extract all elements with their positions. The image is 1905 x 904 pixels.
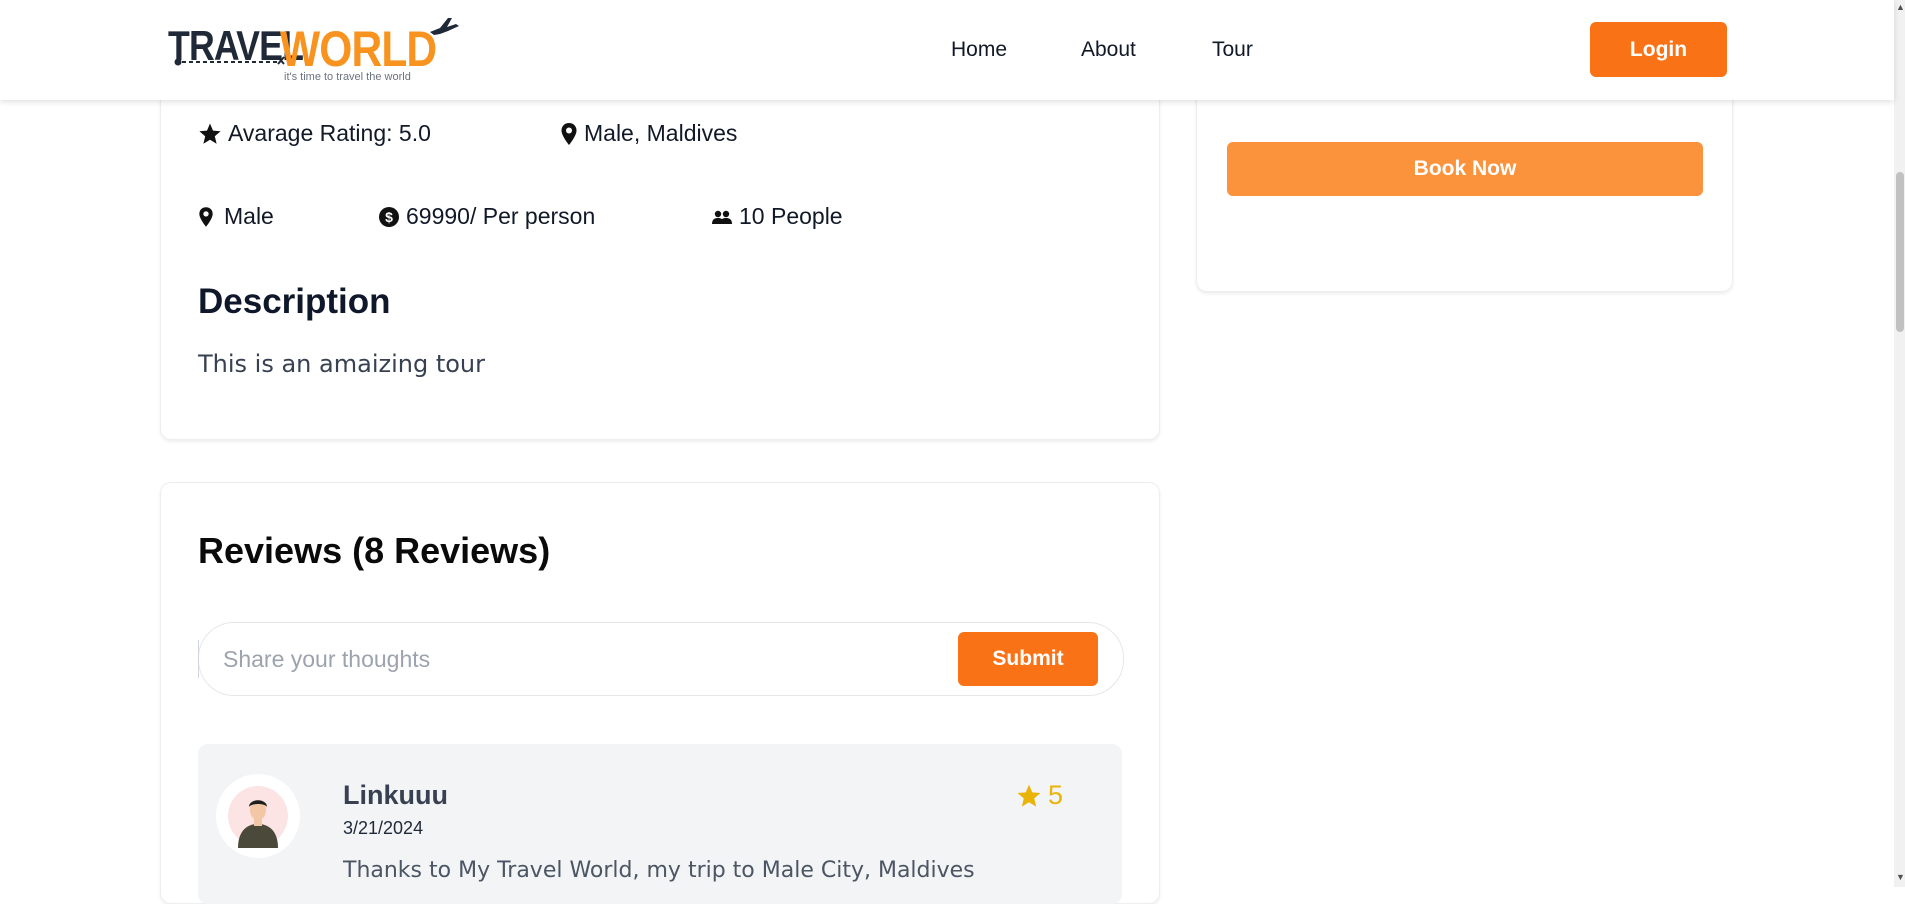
plane-icon bbox=[430, 18, 459, 35]
scroll-up-arrow-icon[interactable]: ▲ bbox=[1896, 2, 1905, 12]
location-pin-icon bbox=[199, 206, 213, 227]
logo-text-world: WORLD bbox=[280, 21, 437, 77]
logo[interactable]: TRAVEL WORLD it's time to travel the wor… bbox=[168, 14, 459, 86]
nav-about[interactable]: About bbox=[1081, 38, 1136, 62]
reviewer-name: Linkuuu bbox=[343, 780, 448, 810]
book-now-button[interactable]: Book Now bbox=[1227, 142, 1703, 196]
location-pin-icon bbox=[561, 122, 577, 145]
svg-text:$: $ bbox=[385, 209, 393, 225]
description-text: This is an amaizing tour bbox=[198, 350, 485, 378]
avatar bbox=[216, 774, 300, 858]
dollar-circle-icon: $ bbox=[379, 206, 399, 227]
people-icon bbox=[712, 210, 732, 224]
scroll-down-arrow-icon[interactable]: ▼ bbox=[1896, 872, 1905, 882]
nav-home[interactable]: Home bbox=[951, 38, 1007, 62]
location-row: Male, Maldives bbox=[560, 120, 737, 147]
review-input[interactable] bbox=[198, 640, 938, 678]
tour-info-card bbox=[161, 60, 1159, 439]
nav-tour[interactable]: Tour bbox=[1212, 38, 1253, 62]
review-rating: 5 bbox=[1016, 780, 1063, 811]
review-rating-value: 5 bbox=[1048, 780, 1064, 810]
tour-group-size: 10 People bbox=[739, 203, 843, 229]
reviews-title: Reviews (8 Reviews) bbox=[198, 530, 551, 571]
star-icon bbox=[199, 123, 221, 144]
site-header: TRAVEL WORLD it's time to travel the wor… bbox=[0, 0, 1894, 100]
review-date: 3/21/2024 bbox=[343, 818, 424, 838]
average-rating: Avarage Rating: 5.0 bbox=[228, 120, 431, 146]
scrollbar-thumb[interactable] bbox=[1896, 172, 1904, 332]
review-text: Thanks to My Travel World, my trip to Ma… bbox=[343, 858, 975, 883]
city-row: Male bbox=[198, 203, 274, 230]
star-icon bbox=[1017, 784, 1041, 807]
group-size-row: 10 People bbox=[711, 203, 843, 230]
page-scrollbar[interactable] bbox=[1894, 0, 1905, 887]
user-avatar-icon bbox=[228, 786, 288, 848]
description-title: Description bbox=[198, 282, 391, 321]
rating-row: Avarage Rating: 5.0 bbox=[198, 120, 431, 147]
tour-price: 69990/ Per person bbox=[406, 203, 596, 229]
submit-review-button[interactable]: Submit bbox=[958, 632, 1098, 686]
price-row: $ 69990/ Per person bbox=[378, 203, 595, 230]
tour-location: Male, Maldives bbox=[584, 120, 738, 146]
tour-city: Male bbox=[224, 203, 274, 229]
login-button[interactable]: Login bbox=[1590, 22, 1727, 77]
logo-tagline: it's time to travel the world bbox=[284, 71, 411, 83]
